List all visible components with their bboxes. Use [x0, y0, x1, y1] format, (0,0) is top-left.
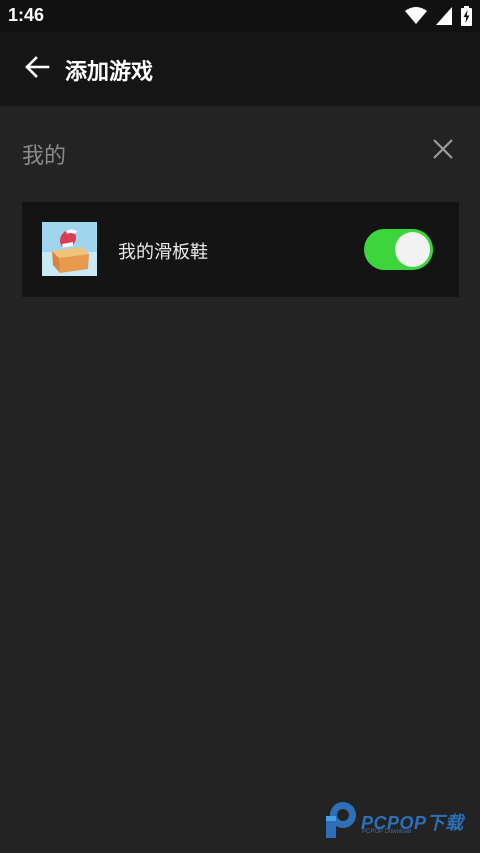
game-name: 我的滑板鞋 — [118, 242, 208, 263]
close-button[interactable] — [428, 136, 458, 166]
watermark-subtext: PCPOP Download — [362, 829, 412, 835]
toggle-knob — [395, 232, 430, 267]
app-bar: 添加游戏 — [0, 32, 480, 106]
signal-icon — [436, 7, 452, 25]
battery-charging-icon — [461, 6, 472, 26]
status-icons — [405, 6, 472, 26]
arrow-left-icon — [24, 55, 50, 83]
watermark-logo: PCPOP下载 PCPOP Download — [323, 800, 473, 842]
game-list-item: 我的滑板鞋 — [22, 202, 459, 297]
wifi-icon — [405, 7, 427, 25]
game-toggle-switch[interactable] — [364, 229, 433, 270]
back-button[interactable] — [18, 51, 56, 87]
status-bar: 1:46 — [0, 0, 480, 32]
game-thumbnail-icon — [42, 222, 97, 276]
section-header: 我的 — [0, 106, 480, 196]
close-icon — [432, 138, 454, 164]
section-title: 我的 — [22, 144, 67, 169]
status-time: 1:46 — [8, 5, 45, 25]
page-title: 添加游戏 — [65, 60, 154, 85]
